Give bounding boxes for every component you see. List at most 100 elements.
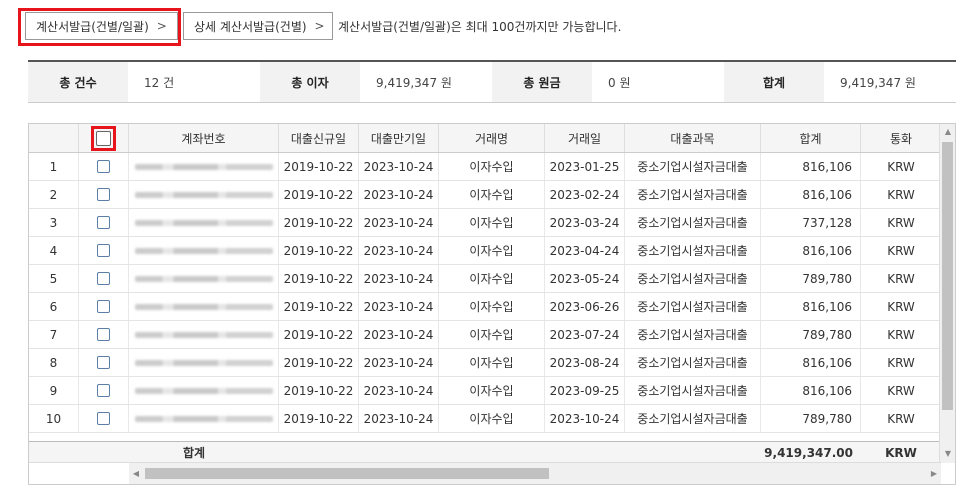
table-row[interactable]: 1 2019-10-22 2023-10-24 이자수입 2023-01-25 … [29,153,941,181]
row-due-date: 2023-10-24 [359,153,439,180]
row-currency: KRW [887,159,915,174]
row-type: 이자수입 [439,181,545,208]
footer-label: 합계 [182,446,206,460]
row-date: 2023-08-24 [545,349,625,376]
summary-interest-label: 총 이자 [260,62,360,102]
select-all-checkbox[interactable] [96,130,111,146]
row-checkbox[interactable] [97,216,110,229]
vertical-scroll-thumb[interactable] [942,142,953,410]
row-product: 중소기업시설자금대출 [625,237,761,264]
row-checkbox-cell [79,349,129,376]
header-open-date[interactable]: 대출신규일 [279,124,359,152]
table-row[interactable]: 7 2019-10-22 2023-10-24 이자수입 2023-07-24 … [29,321,941,349]
row-type: 이자수입 [439,153,545,180]
table-row[interactable]: 10 2019-10-22 2023-10-24 이자수입 2023-10-24… [29,405,941,433]
row-checkbox[interactable] [97,188,110,201]
hscroll-spacer [29,462,129,484]
row-open-date: 2019-10-22 [279,405,359,432]
row-number: 6 [29,293,79,320]
header-currency[interactable]: 통화 [861,124,941,152]
table-row[interactable]: 6 2019-10-22 2023-10-24 이자수입 2023-06-26 … [29,293,941,321]
row-checkbox-cell [79,377,129,404]
row-checkbox-cell [79,237,129,264]
row-currency: KRW [887,271,915,286]
header-due-date[interactable]: 대출만기일 [359,124,439,152]
masked-account-number [134,331,273,338]
row-open-date: 2019-10-22 [279,237,359,264]
header-product[interactable]: 대출과목 [625,124,761,152]
row-number: 10 [29,405,79,432]
row-checkbox[interactable] [97,328,110,341]
row-checkbox[interactable] [97,412,110,425]
row-type: 이자수입 [439,405,545,432]
row-date: 2023-07-24 [545,321,625,348]
vertical-scrollbar[interactable]: ▲ ▼ [939,124,955,463]
row-number: 4 [29,237,79,264]
scroll-right-icon[interactable]: ▶ [927,463,941,484]
row-open-date: 2019-10-22 [279,265,359,292]
header-total[interactable]: 합계 [761,124,861,152]
row-date: 2023-04-24 [545,237,625,264]
table-row[interactable]: 9 2019-10-22 2023-10-24 이자수입 2023-09-25 … [29,377,941,405]
scroll-down-icon[interactable]: ▼ [940,446,955,460]
row-type: 이자수입 [439,237,545,264]
table-row[interactable]: 5 2019-10-22 2023-10-24 이자수입 2023-05-24 … [29,265,941,293]
masked-account-number [134,303,273,310]
grid-body: 1 2019-10-22 2023-10-24 이자수입 2023-01-25 … [29,153,941,441]
table-row[interactable]: 3 2019-10-22 2023-10-24 이자수입 2023-03-24 … [29,209,941,237]
horizontal-scrollbar[interactable]: ◀ ▶ [129,462,941,484]
highlight-box [91,125,116,151]
bulk-issue-label: 계산서발급(건별/일괄) [36,19,149,34]
header-type[interactable]: 거래명 [439,124,545,152]
row-product: 중소기업시설자금대출 [625,181,761,208]
horizontal-scroll-thumb[interactable] [145,468,549,479]
header-date[interactable]: 거래일 [545,124,625,152]
header-account[interactable]: 계좌번호 [129,124,279,152]
row-date: 2023-03-24 [545,209,625,236]
row-currency: KRW [887,187,915,202]
masked-account-number [134,247,273,254]
row-type: 이자수입 [439,349,545,376]
row-total: 816,106 [761,377,861,404]
scroll-left-icon[interactable]: ◀ [129,463,143,484]
row-checkbox[interactable] [97,244,110,257]
row-type: 이자수입 [439,293,545,320]
row-open-date: 2019-10-22 [279,349,359,376]
row-due-date: 2023-10-24 [359,349,439,376]
row-open-date: 2019-10-22 [279,153,359,180]
footer-currency: KRW [885,445,917,460]
footer-total: 9,419,347.00 [764,445,853,460]
grid-footer: 합계 9,419,347.00 KRW [29,441,941,463]
row-currency: KRW [887,243,915,258]
row-checkbox[interactable] [97,384,110,397]
row-open-date: 2019-10-22 [279,377,359,404]
masked-account-number [134,191,273,198]
summary-bar: 총 건수 12 건 총 이자 9,419,347 원 총 원금 0 원 합계 9… [28,60,956,103]
row-number: 9 [29,377,79,404]
header-no [29,124,79,152]
row-checkbox[interactable] [97,272,110,285]
table-row[interactable]: 2 2019-10-22 2023-10-24 이자수입 2023-02-24 … [29,181,941,209]
row-checkbox[interactable] [97,300,110,313]
row-open-date: 2019-10-22 [279,321,359,348]
row-type: 이자수입 [439,209,545,236]
row-total: 789,780 [761,265,861,292]
row-checkbox-cell [79,209,129,236]
row-product: 중소기업시설자금대출 [625,153,761,180]
summary-total-value: 9,419,347 원 [840,75,916,90]
row-date: 2023-10-24 [545,405,625,432]
table-row[interactable]: 4 2019-10-22 2023-10-24 이자수입 2023-04-24 … [29,237,941,265]
table-row[interactable]: 8 2019-10-22 2023-10-24 이자수입 2023-08-24 … [29,349,941,377]
row-account-masked [129,293,279,320]
row-currency: KRW [887,327,915,342]
masked-account-number [134,275,273,282]
scroll-up-icon[interactable]: ▲ [940,124,955,138]
row-product: 중소기업시설자금대출 [625,377,761,404]
bulk-issue-button[interactable]: 계산서발급(건별/일괄) > [25,12,178,40]
row-checkbox[interactable] [97,356,110,369]
masked-account-number [134,387,273,394]
row-total: 816,106 [761,181,861,208]
detail-issue-button[interactable]: 상세 계산서발급(건별) > [183,12,333,40]
row-checkbox[interactable] [97,160,110,173]
row-currency: KRW [887,355,915,370]
